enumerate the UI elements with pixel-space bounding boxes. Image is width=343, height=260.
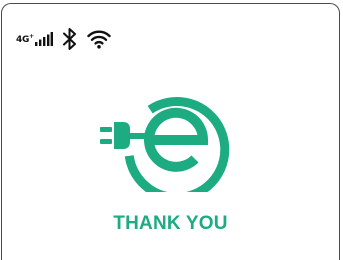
plug-e-logo-icon	[100, 97, 230, 202]
signal-bars-icon	[34, 32, 53, 46]
device-screen: 4G+ THANK YOU	[1, 3, 340, 260]
wifi-icon	[87, 30, 111, 49]
network-type-label: 4G+	[16, 33, 34, 45]
bluetooth-icon	[62, 28, 76, 50]
thank-you-message: THANK YOU	[113, 213, 228, 234]
status-bar: 4G+	[16, 26, 111, 52]
ev-charging-logo	[97, 82, 247, 202]
